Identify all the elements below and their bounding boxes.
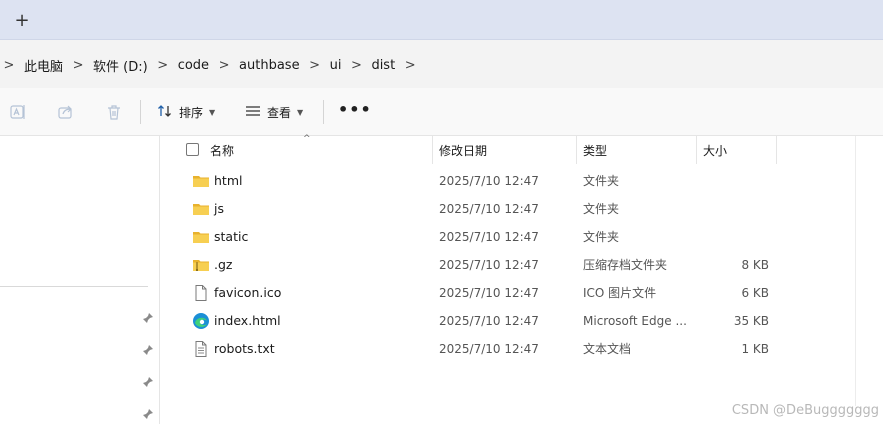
nav-divider: [0, 286, 148, 287]
file-date: 2025/7/10 12:47: [439, 286, 539, 300]
rename-icon[interactable]: [8, 102, 28, 122]
file-name: js: [214, 201, 224, 216]
view-label: 查看: [267, 105, 292, 120]
chevron-right-icon[interactable]: >: [347, 58, 365, 73]
view-button[interactable]: 查看 ▼: [245, 102, 303, 122]
column-header-date[interactable]: 修改日期: [433, 136, 576, 164]
breadcrumb-item-dist[interactable]: dist: [365, 58, 401, 73]
table-row[interactable]: html 2025/7/10 12:47 文件夹: [160, 167, 856, 195]
file-icon: [192, 284, 210, 302]
file-type: Microsoft Edge ...: [583, 314, 687, 328]
chevron-right-icon[interactable]: >: [0, 58, 18, 73]
share-icon[interactable]: [56, 102, 76, 122]
column-divider[interactable]: [776, 136, 777, 164]
toolbar-divider: [323, 100, 324, 124]
folder-icon: [192, 228, 210, 246]
column-header-name[interactable]: 名称: [204, 136, 432, 164]
breadcrumb: > 此电脑 > 软件 (D:) > code > authbase > ui >…: [0, 54, 419, 76]
file-list: ^ 名称 修改日期 类型 大小 html 2025/7/10 12:47 文件夹…: [160, 134, 883, 424]
chevron-down-icon: ▼: [297, 107, 304, 117]
text-file-icon: [192, 340, 210, 358]
file-date: 2025/7/10 12:47: [439, 230, 539, 244]
column-header-type[interactable]: 类型: [577, 136, 696, 164]
file-date: 2025/7/10 12:47: [439, 174, 539, 188]
file-type: 文本文档: [583, 342, 632, 356]
toolbar-divider: [140, 100, 141, 124]
navigation-pane: [0, 136, 160, 424]
file-name: index.html: [214, 313, 281, 328]
file-type: 压缩存档文件夹: [583, 258, 668, 272]
table-row[interactable]: robots.txt 2025/7/10 12:47 文本文档 1 KB: [160, 335, 856, 363]
file-size: 8 KB: [741, 258, 769, 272]
select-all-checkbox[interactable]: [186, 143, 199, 156]
delete-icon[interactable]: [104, 102, 124, 122]
breadcrumb-item-this-pc[interactable]: 此电脑: [18, 56, 69, 75]
folder-icon: [192, 200, 210, 218]
breadcrumb-item-ui[interactable]: ui: [324, 58, 348, 73]
file-date: 2025/7/10 12:47: [439, 342, 539, 356]
breadcrumb-item-code[interactable]: code: [172, 58, 215, 73]
file-type: ICO 图片文件: [583, 286, 657, 300]
command-bar: 排序 ▼ 查看 ▼ •••: [0, 88, 883, 136]
table-row[interactable]: favicon.ico 2025/7/10 12:47 ICO 图片文件 6 K…: [160, 279, 856, 307]
view-icon: [245, 103, 261, 122]
chevron-right-icon[interactable]: >: [154, 58, 172, 73]
breadcrumb-item-drive-d[interactable]: 软件 (D:): [87, 56, 154, 75]
sort-label: 排序: [179, 105, 204, 120]
file-name: static: [214, 229, 249, 244]
table-row[interactable]: index.html 2025/7/10 12:47 Microsoft Edg…: [160, 307, 856, 335]
breadcrumb-item-authbase[interactable]: authbase: [233, 58, 306, 73]
new-tab-button[interactable]: +: [12, 12, 32, 32]
file-date: 2025/7/10 12:47: [439, 202, 539, 216]
table-row[interactable]: js 2025/7/10 12:47 文件夹: [160, 195, 856, 223]
file-name: favicon.ico: [214, 285, 282, 300]
chevron-down-icon: ▼: [209, 107, 216, 117]
watermark: CSDN @DeBuggggggg: [731, 403, 879, 418]
sort-icon: [157, 103, 173, 122]
file-size: 6 KB: [741, 286, 769, 300]
column-header-size[interactable]: 大小: [697, 136, 776, 164]
chevron-right-icon[interactable]: >: [401, 58, 419, 73]
pin-icon[interactable]: [142, 376, 154, 388]
chevron-right-icon[interactable]: >: [306, 58, 324, 73]
file-name: html: [214, 173, 243, 188]
file-type: 文件夹: [583, 230, 620, 244]
pin-icon[interactable]: [142, 312, 154, 324]
file-name: robots.txt: [214, 341, 275, 356]
zip-folder-icon: [192, 256, 210, 274]
folder-icon: [192, 172, 210, 190]
chevron-right-icon[interactable]: >: [215, 58, 233, 73]
pin-icon[interactable]: [142, 408, 154, 420]
more-options-button[interactable]: •••: [338, 100, 372, 119]
file-size: 1 KB: [741, 342, 769, 356]
file-size: 35 KB: [733, 314, 769, 328]
address-bar[interactable]: > 此电脑 > 软件 (D:) > code > authbase > ui >…: [0, 40, 883, 88]
tab-bar: +: [0, 0, 883, 40]
file-date: 2025/7/10 12:47: [439, 314, 539, 328]
edge-icon: [192, 312, 210, 330]
table-row[interactable]: static 2025/7/10 12:47 文件夹: [160, 223, 856, 251]
file-type: 文件夹: [583, 202, 620, 216]
chevron-right-icon[interactable]: >: [69, 58, 87, 73]
pin-icon[interactable]: [142, 344, 154, 356]
sort-button[interactable]: 排序 ▼: [157, 102, 215, 122]
table-row[interactable]: .gz 2025/7/10 12:47 压缩存档文件夹 8 KB: [160, 251, 856, 279]
file-type: 文件夹: [583, 174, 620, 188]
file-date: 2025/7/10 12:47: [439, 258, 539, 272]
file-name: .gz: [214, 257, 233, 272]
